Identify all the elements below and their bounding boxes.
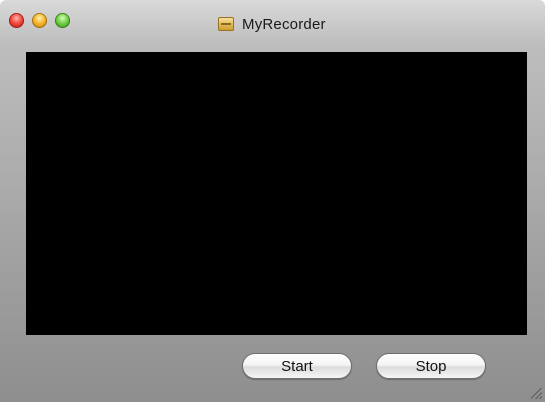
app-window: MyRecorder Start Stop — [0, 0, 545, 402]
video-preview-area — [26, 52, 527, 335]
stop-button[interactable]: Stop — [376, 353, 486, 379]
window-title: MyRecorder — [242, 15, 326, 33]
zoom-window-button[interactable] — [55, 13, 70, 28]
minimize-window-button[interactable] — [32, 13, 47, 28]
close-window-button[interactable] — [9, 13, 24, 28]
start-button[interactable]: Start — [242, 353, 352, 379]
recorder-app-icon — [218, 17, 234, 31]
window-title-group: MyRecorder — [218, 15, 326, 33]
title-bar[interactable]: MyRecorder — [0, 0, 545, 44]
resize-grip-icon[interactable] — [531, 388, 542, 399]
